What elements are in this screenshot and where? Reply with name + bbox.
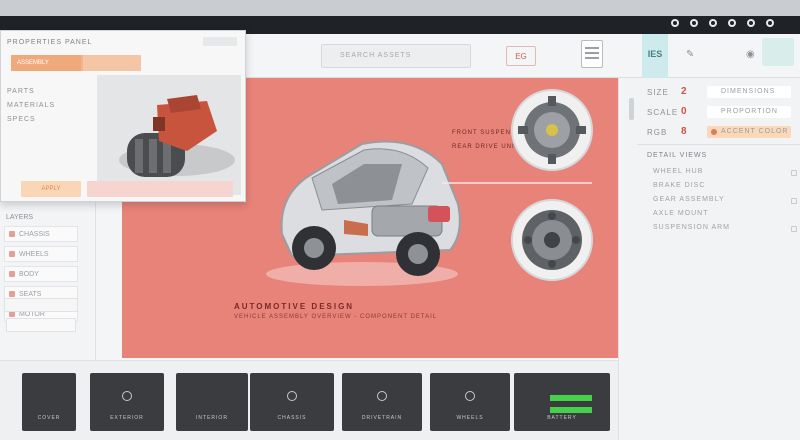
floating-inspector-panel: PROPERTIES PANEL ASSEMBLY PARTS MATERIAL…	[0, 30, 246, 202]
account-icon[interactable]	[728, 19, 736, 27]
slide-filmstrip: COVER EXTERIOR INTERIOR CHASSIS DRIVETRA…	[0, 360, 618, 440]
panel-toggle-button[interactable]	[762, 38, 794, 66]
checkbox-icon[interactable]	[791, 226, 797, 232]
tab-assembly[interactable]: ASSEMBLY	[11, 55, 81, 71]
document-icon[interactable]	[581, 40, 603, 68]
section-heading: DETAIL VIEWS	[647, 152, 708, 159]
meta-item: PARTS	[7, 88, 35, 95]
toolbar: SEARCH ASSETS EG IES ✎ ◉	[246, 34, 800, 78]
properties-panel: SIZE 2 DIMENSIONS SCALE 0 PROPORTION RGB…	[618, 78, 800, 440]
list-item[interactable]: GEAR ASSEMBLY	[653, 196, 725, 203]
hub-detail-image	[511, 199, 593, 281]
thumbnail-icon	[465, 391, 475, 401]
tab-secondary[interactable]	[83, 55, 141, 71]
slide-thumbnail[interactable]: WHEELS	[430, 373, 510, 431]
thumbnail-label: DRIVETRAIN	[361, 415, 403, 421]
divider	[637, 144, 800, 145]
thumbnail-icon	[122, 391, 132, 401]
property-row: SIZE 2 DIMENSIONS	[629, 86, 797, 100]
thumbnail-label: INTERIOR	[196, 415, 228, 421]
apply-button[interactable]: APPLY	[21, 181, 81, 197]
gear-detail-image	[511, 89, 593, 171]
progress-bars	[550, 395, 592, 401]
panel-meta-list: PARTS MATERIALS SPECS	[7, 85, 55, 127]
value-field[interactable]	[87, 181, 233, 197]
meta-item: SPECS	[7, 116, 36, 123]
slide-subtitle: VEHICLE ASSEMBLY OVERVIEW - COMPONENT DE…	[234, 314, 438, 320]
status-badge[interactable]: EG	[506, 46, 536, 66]
meta-item: MATERIALS	[7, 102, 56, 109]
sync-icon[interactable]	[709, 19, 717, 27]
slide-thumbnail[interactable]: COVER	[22, 373, 76, 431]
property-label: RGB	[647, 128, 668, 137]
sidebar-item[interactable]: WHEELS	[4, 246, 78, 262]
camera-icon[interactable]: ◉	[746, 49, 755, 60]
component-preview-image	[97, 75, 241, 195]
panel-close-button[interactable]	[203, 37, 237, 46]
thumbnail-label: EXTERIOR	[110, 415, 144, 421]
list-item[interactable]: SUSPENSION ARM	[653, 224, 730, 231]
thumbnail-label: WHEELS	[456, 415, 484, 421]
checkbox-icon[interactable]	[791, 170, 797, 176]
panel-title: PROPERTIES PANEL	[7, 39, 93, 46]
thumbnail-label: COVER	[37, 415, 61, 421]
pen-icon[interactable]: ✎	[686, 49, 694, 60]
slide-title: AUTOMOTIVE DESIGN	[234, 302, 355, 311]
list-item[interactable]: AXLE MOUNT	[653, 210, 709, 217]
slide-thumbnail[interactable]: DRIVETRAIN	[342, 373, 422, 431]
sidebar-item[interactable]: BODY	[4, 266, 78, 282]
property-value-field[interactable]: PROPORTION	[707, 106, 791, 118]
thumbnail-icon	[287, 391, 297, 401]
sidebar-footer	[6, 318, 76, 332]
property-row: RGB 8 ACCENT COLOR	[629, 126, 797, 140]
thumbnail-label: BATTERY	[547, 415, 577, 421]
thumbnail-label: CHASSIS	[277, 415, 307, 421]
property-number: 0	[681, 106, 687, 117]
search-input[interactable]: SEARCH ASSETS	[321, 44, 471, 68]
slide-thumbnail-selected[interactable]: BATTERY	[514, 373, 610, 431]
panel-tab-strip: ASSEMBLY	[11, 55, 141, 71]
property-number: 8	[681, 126, 687, 137]
close-icon[interactable]	[766, 19, 774, 27]
color-swatch-field[interactable]: ACCENT COLOR	[707, 126, 791, 138]
settings-icon[interactable]	[690, 19, 698, 27]
property-number: 2	[681, 86, 687, 97]
property-label: SIZE	[647, 88, 669, 97]
tab-ies[interactable]: IES	[642, 34, 668, 78]
property-value-field[interactable]: DIMENSIONS	[707, 86, 791, 98]
thumbnail-icon	[377, 391, 387, 401]
list-item[interactable]: BRAKE DISC	[653, 182, 705, 189]
property-label: SCALE	[647, 108, 679, 117]
sidebar-scrollbar[interactable]	[4, 298, 78, 312]
slide-thumbnail[interactable]: EXTERIOR	[90, 373, 164, 431]
slide-thumbnail[interactable]: CHASSIS	[250, 373, 334, 431]
property-row: SCALE 0 PROPORTION	[629, 106, 797, 120]
slide-thumbnail[interactable]: INTERIOR	[176, 373, 248, 431]
menu-icon[interactable]	[747, 19, 755, 27]
list-item[interactable]: WHEEL HUB	[653, 168, 703, 175]
sidebar-header: LAYERS	[6, 214, 34, 221]
callout-line	[442, 182, 592, 184]
color-dot-icon	[711, 129, 717, 135]
car-cutaway-illustration	[266, 140, 461, 286]
checkbox-icon[interactable]	[791, 198, 797, 204]
title-bar	[0, 0, 800, 34]
sidebar-item[interactable]: CHASSIS	[4, 226, 78, 242]
help-icon[interactable]	[671, 19, 679, 27]
window-controls	[671, 19, 774, 27]
